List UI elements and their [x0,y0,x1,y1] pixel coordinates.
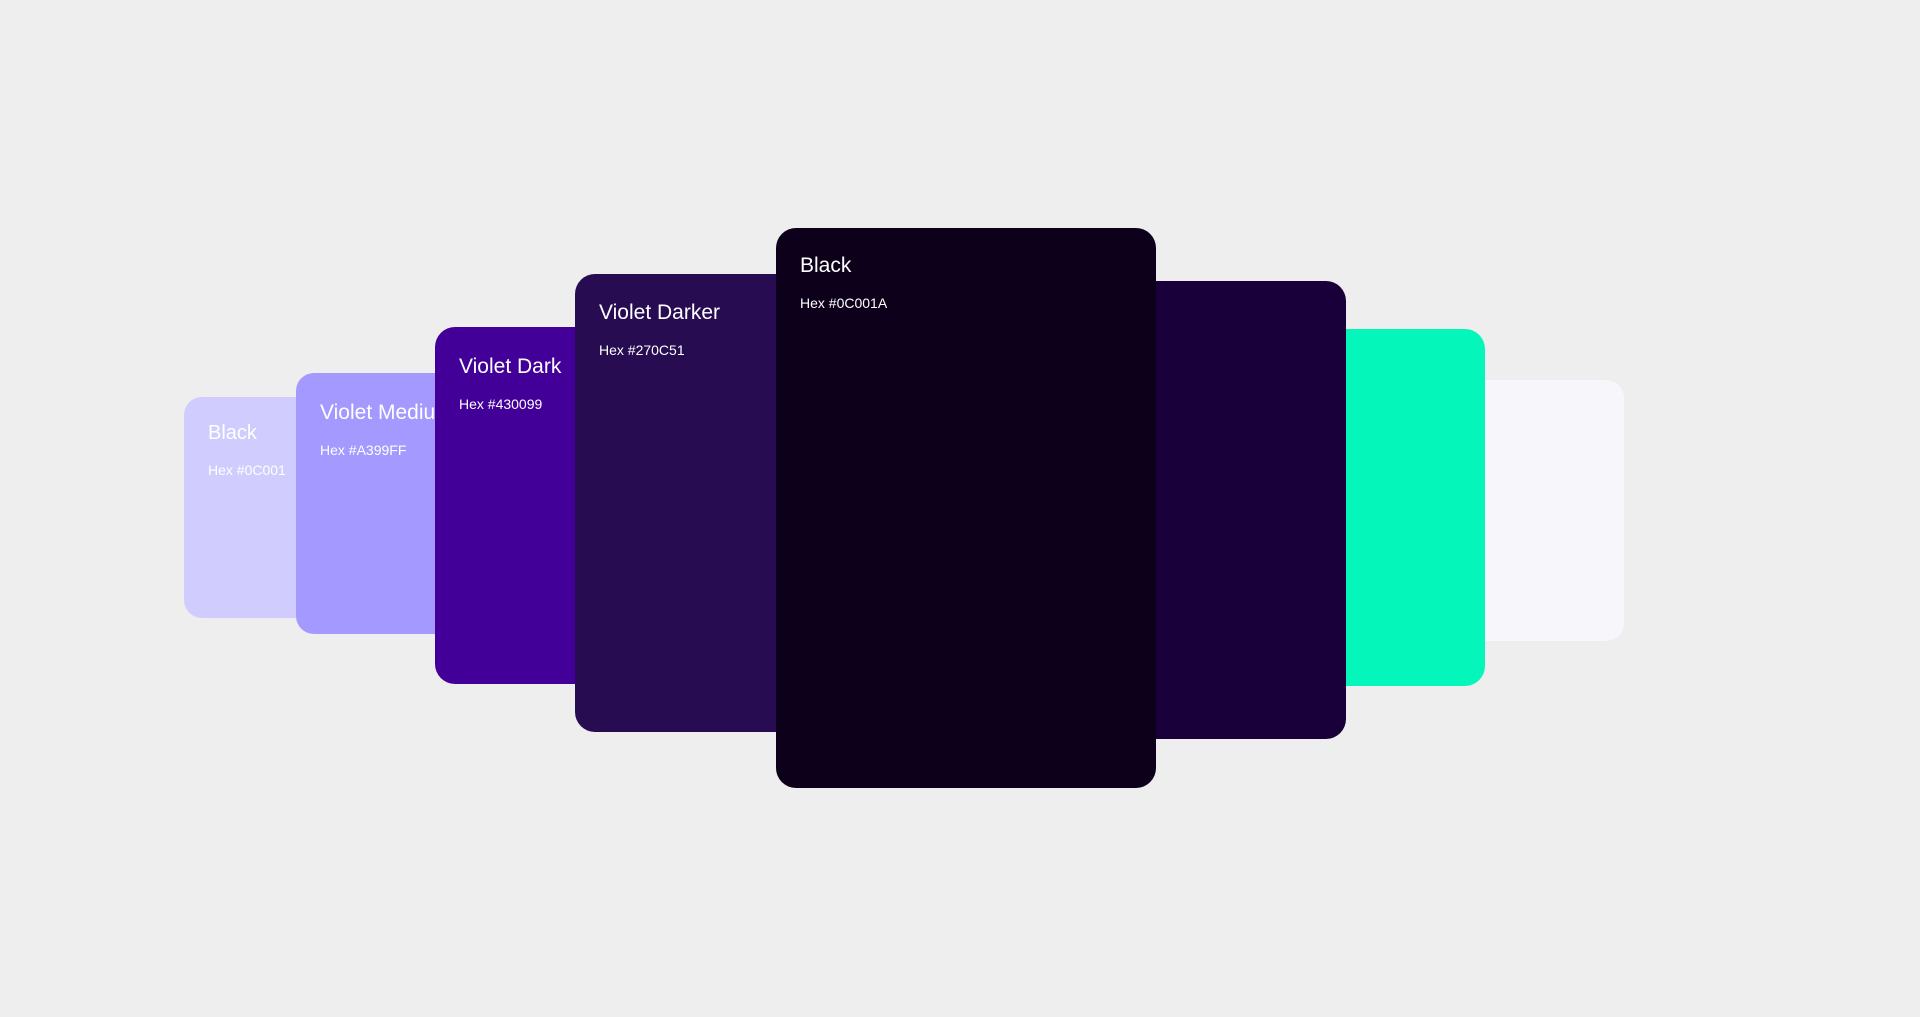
swatch-hex: Hex #0C001A [800,295,888,311]
swatch-hex: Hex #270C51 [599,342,685,358]
swatch-hex: Hex #A399FF [320,442,407,458]
swatch-name: Violet Medium [320,401,453,424]
swatch-name: Violet Dark [459,355,562,378]
swatch-name: Black [800,254,852,277]
color-swatch-carousel: Black Hex #0C001 Violet Medium Hex #A399… [0,0,1920,1017]
swatch-hex: Hex #430099 [459,396,543,412]
swatch-name: Black [208,422,257,444]
swatch-hex: Hex #0C001 [208,462,286,478]
swatch-card-black-active[interactable]: Black Hex #0C001A [776,228,1156,788]
swatch-name: Violet Darker [599,301,720,324]
